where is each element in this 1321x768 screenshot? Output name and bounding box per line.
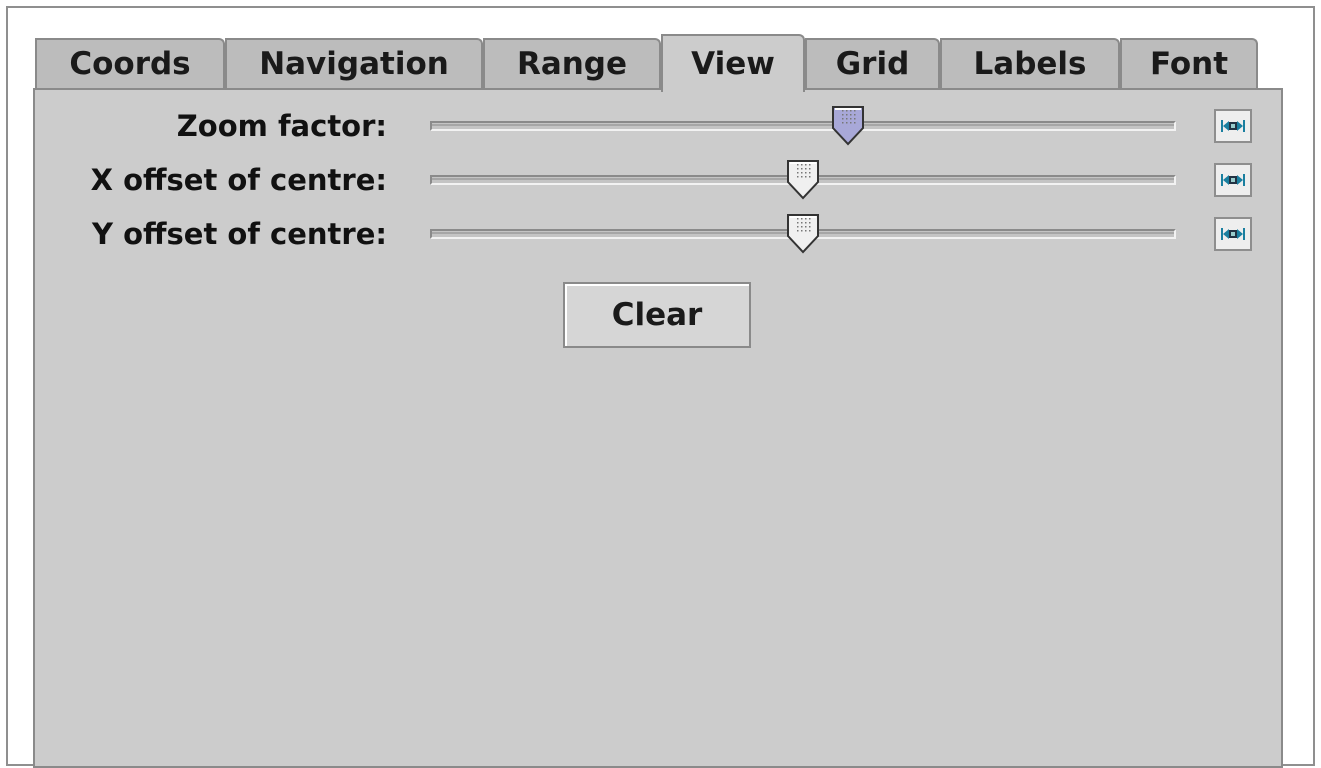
tab-font[interactable]: Font: [1120, 38, 1258, 88]
tab-grid[interactable]: Grid: [805, 38, 940, 88]
tab-navigation[interactable]: Navigation: [225, 38, 483, 88]
x-offset-slider-thumb[interactable]: [785, 158, 821, 202]
reset-center-icon: [1221, 120, 1245, 132]
tab-label: Grid: [835, 46, 910, 82]
tab-range[interactable]: Range: [483, 38, 661, 88]
clear-button[interactable]: Clear: [563, 282, 751, 348]
tab-label: Coords: [69, 46, 191, 82]
y-offset-reset-button[interactable]: [1214, 217, 1252, 251]
tab-label: Labels: [973, 46, 1087, 82]
tab-view[interactable]: View: [661, 34, 805, 92]
tab-labels[interactable]: Labels: [940, 38, 1120, 88]
x-offset-label: X offset of centre:: [90, 163, 387, 197]
reset-center-icon: [1221, 174, 1245, 186]
tab-label: Font: [1149, 46, 1229, 82]
x-offset-reset-button[interactable]: [1214, 163, 1252, 197]
y-offset-label: Y offset of centre:: [92, 217, 387, 251]
y-offset-slider-thumb[interactable]: [785, 212, 821, 256]
tab-label: Range: [516, 46, 628, 82]
zoom-factor-slider-track[interactable]: [430, 121, 1176, 131]
reset-center-icon: [1221, 228, 1245, 240]
zoom-factor-label: Zoom factor:: [176, 109, 387, 143]
tab-label: View: [691, 46, 775, 82]
zoom-factor-reset-button[interactable]: [1214, 109, 1252, 143]
tab-label: Navigation: [259, 46, 449, 82]
zoom-factor-slider-thumb[interactable]: [830, 104, 866, 148]
tab-coords[interactable]: Coords: [35, 38, 225, 88]
